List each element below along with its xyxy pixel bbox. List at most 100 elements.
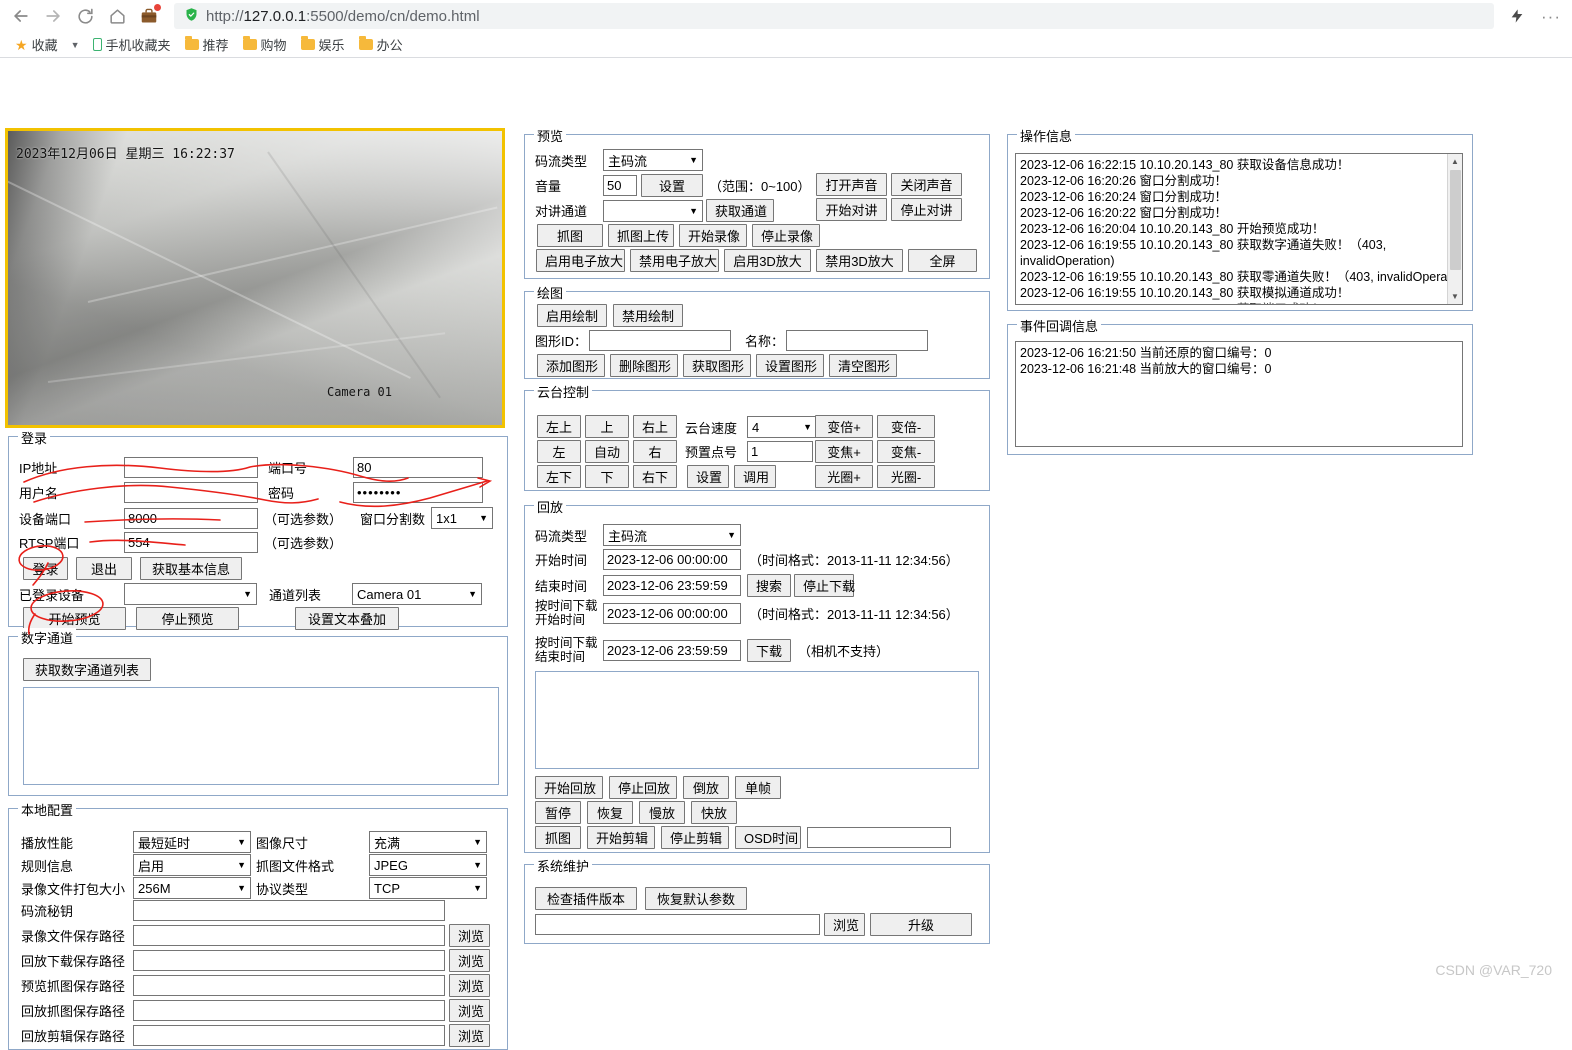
ptz-preset-input[interactable] (747, 441, 813, 462)
talk-channel-select[interactable]: ▼ (603, 199, 703, 222)
ptz-right-button[interactable]: 右 (633, 440, 677, 463)
stop-talk-button[interactable]: 停止对讲 (891, 198, 962, 221)
resume-button[interactable]: 恢复 (587, 801, 633, 824)
set-text-overlay-button[interactable]: 设置文本叠加 (295, 607, 399, 630)
osd-time-input[interactable] (807, 827, 951, 848)
operation-info-scrollbar[interactable]: ▲ ▼ (1447, 154, 1462, 304)
bookmark-shopping[interactable]: 购物 (238, 33, 292, 56)
disable-drawing-button[interactable]: 禁用绘制 (613, 304, 683, 327)
disable-3d-zoom-button[interactable]: 禁用3D放大 (816, 249, 903, 272)
preview-stream-type-select[interactable]: 主码流 ▼ (603, 149, 703, 171)
slow-play-button[interactable]: 慢放 (639, 801, 685, 824)
pause-button[interactable]: 暂停 (535, 801, 581, 824)
enable-3d-zoom-button[interactable]: 启用3D放大 (724, 249, 811, 272)
ptz-focus-in-button[interactable]: 变焦+ (815, 440, 873, 463)
ptz-down-right-button[interactable]: 右下 (633, 465, 677, 488)
digital-channel-list[interactable] (23, 687, 499, 785)
playback-capture-path-browse-button[interactable]: 浏览 (449, 999, 490, 1022)
ptz-down-button[interactable]: 下 (585, 465, 629, 488)
volume-input[interactable] (603, 175, 637, 196)
download-button[interactable]: 下载 (747, 638, 791, 662)
check-plugin-version-button[interactable]: 检查插件版本 (535, 887, 637, 910)
record-path-browse-button[interactable]: 浏览 (449, 924, 490, 947)
capture-image-button[interactable]: 抓图 (537, 224, 603, 247)
ptz-speed-select[interactable]: 4 ▼ (747, 416, 817, 438)
play-performance-select[interactable]: 最短延时 ▼ (133, 831, 251, 853)
lightning-bolt-icon[interactable] (1502, 1, 1532, 31)
stop-playback-button[interactable]: 停止回放 (609, 776, 677, 799)
playback-capture-button[interactable]: 抓图 (535, 826, 581, 849)
password-input[interactable] (353, 482, 483, 503)
capture-format-select[interactable]: JPEG ▼ (369, 854, 487, 876)
volume-set-button[interactable]: 设置 (641, 174, 703, 197)
login-button[interactable]: 登录 (23, 557, 68, 580)
close-sound-button[interactable]: 关闭声音 (891, 173, 962, 196)
more-options-icon[interactable]: ··· (1536, 1, 1566, 31)
pack-size-select[interactable]: 256M ▼ (133, 877, 251, 899)
scrollbar-thumb[interactable] (1449, 170, 1461, 270)
bookmark-recommend[interactable]: 推荐 (180, 33, 234, 56)
upgrade-browse-button[interactable]: 浏览 (824, 913, 865, 936)
playback-end-time-input[interactable] (603, 575, 741, 596)
start-preview-button[interactable]: 开始预览 (23, 607, 126, 630)
operation-info-log[interactable]: 2023-12-06 16:22:15 10.10.20.143_80 获取设备… (1015, 153, 1463, 305)
device-port-input[interactable] (124, 507, 258, 529)
get-basic-info-button[interactable]: 获取基本信息 (140, 557, 242, 580)
restore-defaults-button[interactable]: 恢复默认参数 (645, 887, 747, 910)
get-digital-channel-list-button[interactable]: 获取数字通道列表 (23, 658, 151, 681)
ptz-up-right-button[interactable]: 右上 (633, 415, 677, 438)
playback-search-button[interactable]: 搜索 (747, 574, 791, 597)
preview-capture-path-input[interactable] (133, 975, 445, 996)
stop-preview-button[interactable]: 停止预览 (136, 607, 239, 630)
scroll-up-icon[interactable]: ▲ (1448, 154, 1463, 169)
playback-clip-path-browse-button[interactable]: 浏览 (449, 1024, 490, 1047)
ptz-zoom-out-button[interactable]: 变倍- (877, 415, 935, 438)
start-clip-button[interactable]: 开始剪辑 (587, 826, 655, 849)
shape-name-input[interactable] (786, 330, 929, 351)
back-arrow-icon[interactable] (6, 1, 36, 31)
ptz-down-left-button[interactable]: 左下 (537, 465, 581, 488)
event-callback-log[interactable]: 2023-12-06 16:21:50 当前还原的窗口编号：0 2023-12-… (1015, 341, 1463, 447)
playback-clip-path-input[interactable] (133, 1025, 445, 1046)
forward-arrow-icon[interactable] (38, 1, 68, 31)
ptz-auto-button[interactable]: 自动 (585, 440, 629, 463)
bookmark-office[interactable]: 办公 (354, 33, 408, 56)
enable-ezoom-button[interactable]: 启用电子放大 (536, 249, 625, 272)
playback-stream-type-select[interactable]: 主码流 ▼ (603, 524, 741, 546)
open-sound-button[interactable]: 打开声音 (816, 173, 887, 196)
username-input[interactable] (124, 482, 258, 503)
preview-capture-path-browse-button[interactable]: 浏览 (449, 974, 490, 997)
rule-info-select[interactable]: 启用 ▼ (133, 854, 251, 876)
start-talk-button[interactable]: 开始对讲 (816, 198, 887, 221)
bookmark-mobile[interactable]: 手机收藏夹 (88, 33, 176, 56)
image-size-select[interactable]: 充满 ▼ (369, 831, 487, 853)
add-shape-button[interactable]: 添加图形 (537, 354, 605, 377)
get-channel-button[interactable]: 获取通道 (706, 199, 774, 222)
record-path-input[interactable] (133, 925, 445, 946)
upgrade-file-input[interactable] (535, 914, 820, 935)
download-start-time-input[interactable] (603, 602, 741, 624)
fullscreen-button[interactable]: 全屏 (908, 249, 977, 272)
upgrade-button[interactable]: 升级 (870, 913, 972, 936)
delete-shape-button[interactable]: 删除图形 (610, 354, 678, 377)
logged-device-select[interactable]: ▼ (124, 583, 257, 605)
ptz-up-left-button[interactable]: 左上 (537, 415, 581, 438)
stream-key-input[interactable] (133, 900, 445, 921)
ip-address-input[interactable] (124, 457, 258, 478)
ptz-set-preset-button[interactable]: 设置 (687, 465, 729, 488)
port-input[interactable] (353, 457, 483, 478)
reload-icon[interactable] (70, 1, 100, 31)
playback-start-time-input[interactable] (603, 549, 741, 570)
single-frame-button[interactable]: 单帧 (735, 776, 781, 799)
get-shape-button[interactable]: 获取图形 (683, 354, 751, 377)
ptz-focus-out-button[interactable]: 变焦- (877, 440, 935, 463)
ptz-call-preset-button[interactable]: 调用 (734, 465, 776, 488)
download-path-input[interactable] (133, 950, 445, 971)
clear-shape-button[interactable]: 清空图形 (829, 354, 897, 377)
capture-upload-button[interactable]: 抓图上传 (608, 224, 674, 247)
protocol-type-select[interactable]: TCP ▼ (369, 877, 487, 899)
stop-clip-button[interactable]: 停止剪辑 (661, 826, 729, 849)
playback-capture-path-input[interactable] (133, 1000, 445, 1021)
address-bar[interactable]: http://127.0.0.1:5500/demo/cn/demo.html (174, 3, 1494, 29)
osd-time-button[interactable]: OSD时间 (735, 826, 801, 849)
